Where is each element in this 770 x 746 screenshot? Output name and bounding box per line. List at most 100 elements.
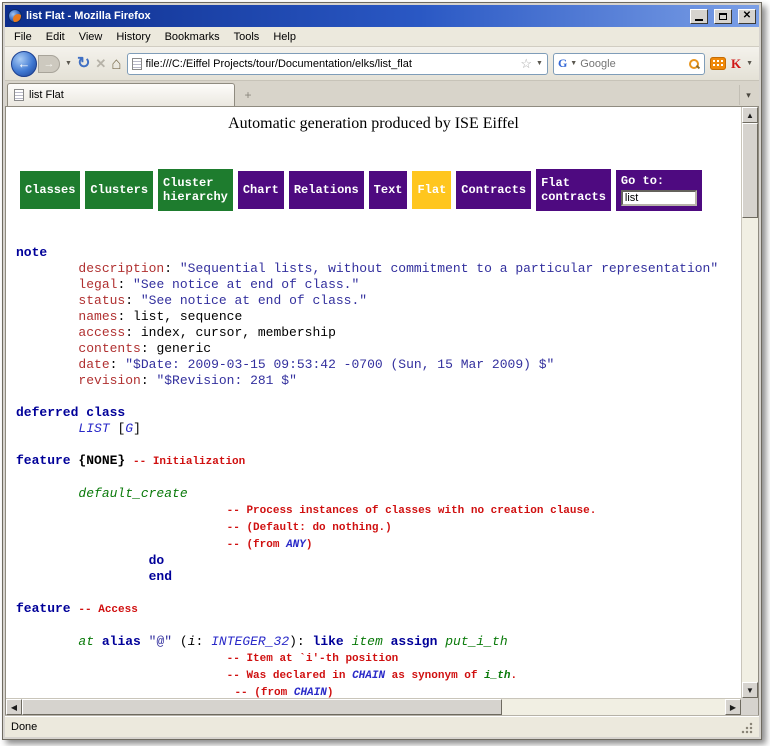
code-text: revision — [78, 373, 140, 388]
menu-help[interactable]: Help — [266, 29, 303, 45]
back-button[interactable]: ← — [11, 51, 37, 77]
new-tab-button[interactable]: + — [239, 86, 257, 104]
search-engine-dropdown[interactable]: ▼ — [570, 60, 577, 67]
navigation-toolbar: ← → ▼ ↻ ✕ ⌂ ☆ ▼ G ▼ K ▼ — [5, 47, 759, 81]
code-text — [16, 309, 78, 324]
code-text: : generic — [141, 341, 211, 356]
nav-button-flat-contracts[interactable]: Flatcontracts — [536, 169, 611, 211]
nav-button-label: Clusters — [90, 183, 148, 197]
bookmark-star-icon[interactable]: ☆ — [520, 56, 532, 72]
home-button[interactable]: ⌂ — [111, 56, 121, 72]
nav-button-chart[interactable]: Chart — [238, 171, 284, 209]
virtual-keyboard-addon-icon[interactable] — [710, 57, 726, 70]
class-link[interactable]: ANY — [286, 539, 306, 551]
horizontal-scroll-track[interactable] — [22, 699, 725, 715]
menu-history[interactable]: History — [109, 29, 157, 45]
google-engine-icon[interactable]: G — [558, 56, 567, 71]
code-text: ) — [327, 687, 334, 698]
class-link[interactable]: CHAIN — [352, 670, 385, 682]
nav-button-label: Contracts — [461, 183, 526, 197]
code-text — [16, 569, 149, 584]
tab-favicon — [14, 89, 24, 101]
feature-name: i_th — [484, 670, 510, 682]
scroll-up-button[interactable]: ▲ — [742, 107, 758, 123]
menu-tools[interactable]: Tools — [227, 29, 267, 45]
vertical-scroll-thumb[interactable] — [742, 123, 758, 218]
class-link[interactable]: INTEGER_32 — [211, 634, 289, 649]
nav-button-clusters[interactable]: Clusters — [85, 171, 153, 209]
class-link[interactable]: G — [125, 421, 133, 436]
class-link[interactable]: LIST — [78, 421, 109, 436]
menu-view[interactable]: View — [72, 29, 110, 45]
nav-button-text[interactable]: Text — [369, 171, 408, 209]
resize-grip[interactable] — [740, 721, 753, 734]
nav-button-relations[interactable]: Relations — [289, 171, 364, 209]
window-title: list Flat - Mozilla Firefox — [26, 10, 684, 22]
class-link[interactable]: CHAIN — [294, 687, 327, 698]
firefox-icon — [8, 9, 22, 23]
horizontal-scrollbar[interactable]: ◀ ▶ — [6, 698, 741, 715]
code-line: legal: "See notice at end of class." — [16, 277, 731, 293]
nav-button-cluster-hierarchy[interactable]: Clusterhierarchy — [158, 169, 233, 211]
url-bar[interactable]: ☆ ▼ — [127, 53, 548, 75]
menu-file[interactable]: File — [7, 29, 39, 45]
nav-button-label: Relations — [294, 183, 359, 197]
code-text: assign — [391, 634, 438, 649]
menu-bookmarks[interactable]: Bookmarks — [158, 29, 227, 45]
scroll-left-button[interactable]: ◀ — [6, 699, 22, 715]
nav-button-go-to[interactable]: Go to: — [616, 170, 702, 211]
page-favicon — [132, 58, 142, 70]
code-text: date — [78, 357, 109, 372]
minimize-button[interactable] — [690, 9, 708, 24]
history-dropdown[interactable]: ▼ — [65, 60, 72, 67]
scrollbar-corner — [741, 698, 758, 715]
list-all-tabs-button[interactable]: ▾ — [739, 85, 757, 105]
menu-edit[interactable]: Edit — [39, 29, 72, 45]
nav-button-classes[interactable]: Classes — [20, 171, 80, 209]
code-line: -- (from CHAIN) — [16, 684, 731, 698]
horizontal-scroll-thumb[interactable] — [22, 699, 502, 715]
status-bar: Done — [5, 716, 759, 737]
stop-button[interactable]: ✕ — [95, 56, 106, 72]
scroll-down-button[interactable]: ▼ — [742, 682, 758, 698]
tab-bar: list Flat + ▾ — [5, 81, 759, 107]
feature-name: item — [352, 634, 383, 649]
nav-button-flat[interactable]: Flat — [412, 171, 451, 209]
nav-button-label: Cluster — [163, 176, 228, 190]
code-text: legal — [78, 277, 117, 292]
code-line — [16, 389, 731, 405]
maximize-button[interactable] — [714, 9, 732, 24]
goto-input[interactable] — [621, 190, 697, 206]
reload-button[interactable]: ↻ — [77, 56, 90, 72]
code-text — [344, 634, 352, 649]
code-text: : — [164, 261, 180, 276]
code-text: -- (Default: do nothing.) — [227, 522, 392, 534]
code-text: . — [511, 670, 518, 682]
code-text: feature — [16, 453, 71, 468]
code-text: -- Initialization — [133, 456, 245, 468]
code-line: -- Was declared in CHAIN as synonym of i… — [16, 667, 731, 684]
code-text: ) — [306, 539, 313, 551]
search-box[interactable]: G ▼ — [553, 53, 705, 75]
close-button[interactable]: ✕ — [738, 9, 756, 24]
code-line: revision: "$Revision: 281 $" — [16, 373, 731, 389]
nav-button-label: hierarchy — [163, 190, 228, 204]
nav-button-label: Flat — [417, 183, 446, 197]
forward-button[interactable]: → — [38, 55, 60, 73]
search-icon[interactable] — [688, 58, 700, 70]
nav-button-contracts[interactable]: Contracts — [456, 171, 531, 209]
code-text — [16, 536, 227, 551]
tab-list-flat[interactable]: list Flat — [7, 83, 235, 106]
code-line: contents: generic — [16, 341, 731, 357]
vertical-scroll-track[interactable] — [742, 123, 758, 682]
kaspersky-addon-icon[interactable]: K — [731, 56, 741, 72]
menu-bar: FileEditViewHistoryBookmarksToolsHelp — [5, 27, 759, 47]
vertical-scrollbar[interactable]: ▲ ▼ — [741, 107, 758, 698]
scroll-right-button[interactable]: ▶ — [725, 699, 741, 715]
code-line: note — [16, 245, 731, 261]
page-title: Automatic generation produced by ISE Eif… — [16, 115, 731, 133]
url-input[interactable] — [146, 58, 517, 70]
search-input[interactable] — [580, 58, 685, 70]
url-dropdown[interactable]: ▼ — [536, 60, 543, 67]
toolbar-overflow-dropdown[interactable]: ▼ — [746, 60, 753, 67]
